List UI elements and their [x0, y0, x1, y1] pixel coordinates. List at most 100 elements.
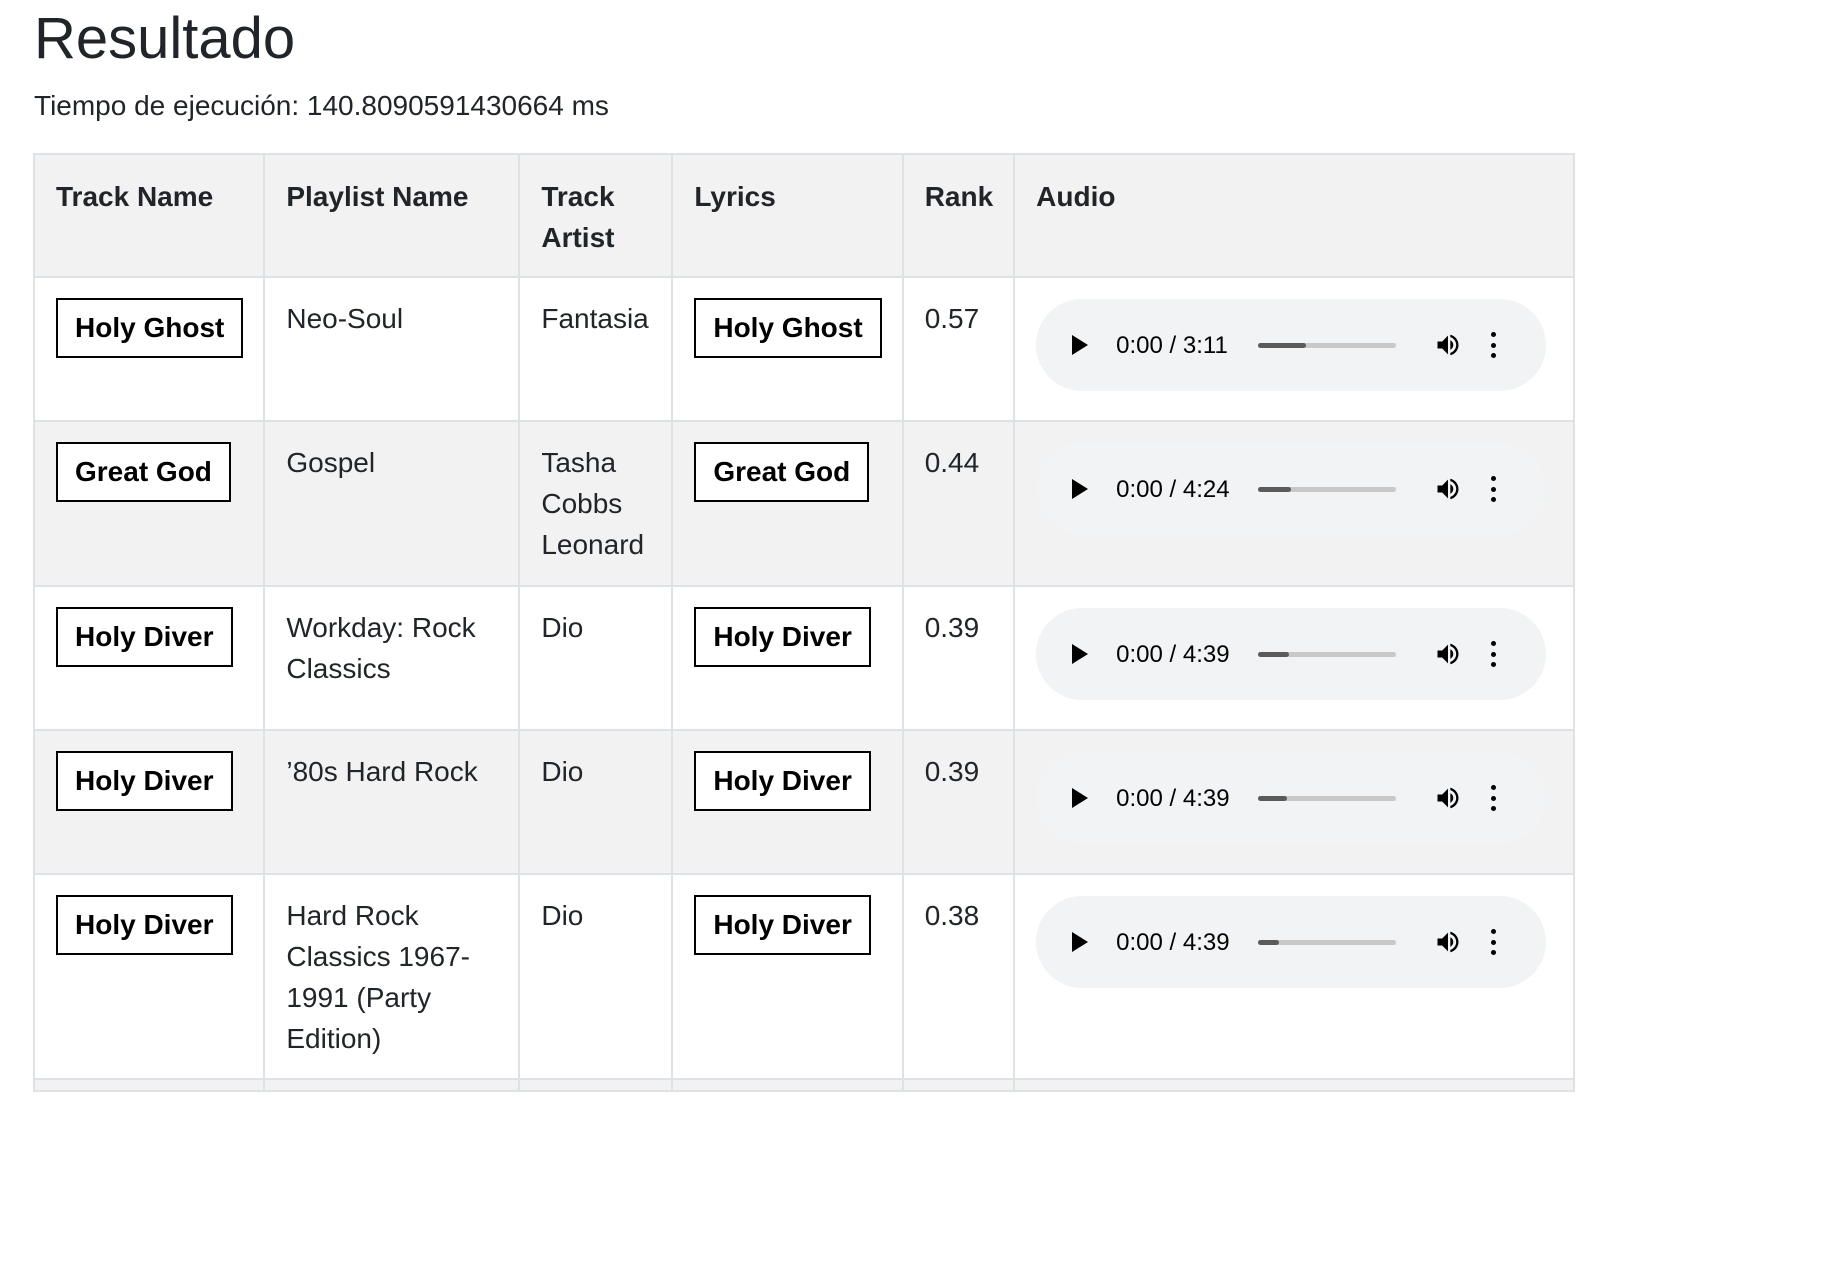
- column-header-playlist-name: Playlist Name: [263, 153, 521, 278]
- track-artist-cell: Tasha Cobbs Leonard: [518, 420, 674, 587]
- table-row: Holy Diver Workday: Rock Classics Dio Holy …: [32, 585, 1576, 731]
- audio-cell: 0:00 / 3:11: [1013, 276, 1576, 422]
- table-row: Holy Ghost Neo-Soul Fantasia Holy Ghost 0.57…: [32, 276, 1576, 422]
- track-name-cell: Holy Ghost: [32, 276, 266, 422]
- track-artist: Dio: [541, 612, 584, 643]
- audio-progress-slider[interactable]: [1258, 486, 1397, 492]
- track-name-button[interactable]: Holy Ghost: [56, 298, 244, 358]
- audio-cell: 0:00 / 4:39: [1013, 729, 1576, 875]
- audio-buffered-bar: [1258, 795, 1288, 801]
- audio-progress-slider[interactable]: [1258, 342, 1397, 348]
- volume-icon[interactable]: [1434, 783, 1464, 813]
- track-name-cell: Great God: [32, 420, 266, 587]
- more-vertical-icon[interactable]: [1488, 927, 1498, 957]
- volume-icon[interactable]: [1434, 474, 1464, 504]
- table-row: Holy Diver Hard Rock Classics 1967-1991 (…: [32, 873, 1576, 1080]
- rank-cell: 0.39: [901, 585, 1016, 731]
- track-artist-cell: Dio: [518, 729, 674, 875]
- lyrics-button[interactable]: Holy Diver: [694, 751, 871, 811]
- lyrics-button[interactable]: Holy Ghost: [694, 298, 882, 358]
- page-title: Resultado: [34, 6, 296, 71]
- empty-cell: [671, 1078, 904, 1092]
- table-row: Holy Diver ’80s Hard Rock Dio Holy Diver 0.3…: [32, 729, 1576, 875]
- audio-buffered-bar: [1258, 939, 1279, 945]
- audio-cell: 0:00 / 4:39: [1013, 873, 1576, 1080]
- audio-time: 0:00 / 4:39: [1116, 640, 1230, 668]
- track-artist-cell: Fantasia: [518, 276, 674, 422]
- page: Resultado Tiempo de ejecución: 140.80905…: [0, 0, 1846, 1284]
- table-header: Track Name Playlist Name Track Artist Ly…: [32, 153, 1576, 278]
- rank-value: 0.38: [924, 900, 980, 931]
- playlist-name-cell: ’80s Hard Rock: [263, 729, 521, 875]
- rank-value: 0.44: [924, 447, 980, 478]
- audio-time: 0:00 / 4:24: [1116, 475, 1230, 503]
- volume-icon[interactable]: [1434, 927, 1464, 957]
- execution-time: Tiempo de ejecución: 140.8090591430664 m…: [34, 90, 609, 121]
- track-artist: Dio: [541, 900, 584, 931]
- audio-progress-slider[interactable]: [1258, 795, 1397, 801]
- column-header-track-name: Track Name: [32, 153, 266, 278]
- empty-cell: [901, 1078, 1016, 1092]
- column-header-lyrics: Lyrics: [671, 153, 904, 278]
- results-table-wrapper: Track Name Playlist Name Track Artist Ly…: [32, 153, 1576, 1092]
- audio-player: 0:00 / 4:39: [1036, 752, 1547, 844]
- play-icon[interactable]: [1072, 335, 1089, 355]
- track-artist-cell: Dio: [518, 873, 674, 1080]
- lyrics-cell: Holy Diver: [671, 729, 904, 875]
- empty-cell: [1013, 1078, 1576, 1092]
- track-name-button[interactable]: Holy Diver: [56, 751, 233, 811]
- play-icon[interactable]: [1072, 479, 1089, 499]
- column-header-track-artist: Track Artist: [518, 153, 674, 278]
- audio-cell: 0:00 / 4:24: [1013, 420, 1576, 587]
- audio-player: 0:00 / 4:24: [1036, 443, 1547, 535]
- column-header-rank: Rank: [901, 153, 1016, 278]
- track-name-button[interactable]: Great God: [56, 442, 231, 502]
- table-row: [32, 1078, 1576, 1092]
- more-vertical-icon[interactable]: [1488, 639, 1498, 669]
- playlist-name-cell: Hard Rock Classics 1967-1991 (Party Edit…: [263, 873, 521, 1080]
- volume-icon[interactable]: [1434, 330, 1464, 360]
- audio-progress-slider[interactable]: [1258, 939, 1397, 945]
- rank-value: 0.39: [924, 756, 980, 787]
- track-artist: Dio: [541, 756, 584, 787]
- table-body: Holy Ghost Neo-Soul Fantasia Holy Ghost 0.57…: [32, 276, 1576, 1092]
- track-name-cell: Holy Diver: [32, 729, 266, 875]
- lyrics-cell: Holy Diver: [671, 873, 904, 1080]
- rank-value: 0.39: [924, 612, 980, 643]
- audio-player: 0:00 / 4:39: [1036, 608, 1547, 700]
- playlist-name: Gospel: [286, 447, 376, 478]
- more-vertical-icon[interactable]: [1488, 474, 1498, 504]
- playlist-name-cell: Gospel: [263, 420, 521, 587]
- table-row: Great God Gospel Tasha Cobbs Leonard Great …: [32, 420, 1576, 587]
- rank-value: 0.57: [924, 303, 980, 334]
- track-name-cell: Holy Diver: [32, 585, 266, 731]
- track-name-button[interactable]: Holy Diver: [56, 895, 233, 955]
- lyrics-button[interactable]: Holy Diver: [694, 895, 871, 955]
- playlist-name: Hard Rock Classics 1967-1991 (Party Edit…: [286, 900, 470, 1054]
- playlist-name: ’80s Hard Rock: [286, 756, 478, 787]
- lyrics-cell: Holy Ghost: [671, 276, 904, 422]
- rank-cell: 0.39: [901, 729, 1016, 875]
- audio-buffered-bar: [1258, 342, 1307, 348]
- audio-cell: 0:00 / 4:39: [1013, 585, 1576, 731]
- lyrics-cell: Holy Diver: [671, 585, 904, 731]
- audio-time: 0:00 / 4:39: [1116, 784, 1230, 812]
- track-name-cell: Holy Diver: [32, 873, 266, 1080]
- playlist-name-cell: Neo-Soul: [263, 276, 521, 422]
- lyrics-button[interactable]: Holy Diver: [694, 607, 871, 667]
- rank-cell: 0.38: [901, 873, 1016, 1080]
- audio-progress-slider[interactable]: [1258, 651, 1397, 657]
- track-artist-cell: Dio: [518, 585, 674, 731]
- play-icon[interactable]: [1072, 788, 1089, 808]
- more-vertical-icon[interactable]: [1488, 783, 1498, 813]
- play-icon[interactable]: [1072, 932, 1089, 952]
- empty-cell: [32, 1078, 266, 1092]
- audio-buffered-bar: [1258, 486, 1292, 492]
- track-name-button[interactable]: Holy Diver: [56, 607, 233, 667]
- more-vertical-icon[interactable]: [1488, 330, 1498, 360]
- lyrics-button[interactable]: Great God: [694, 442, 870, 502]
- volume-icon[interactable]: [1434, 639, 1464, 669]
- play-icon[interactable]: [1072, 644, 1089, 664]
- track-artist: Tasha Cobbs Leonard: [541, 447, 645, 560]
- playlist-name: Workday: Rock Classics: [286, 612, 476, 684]
